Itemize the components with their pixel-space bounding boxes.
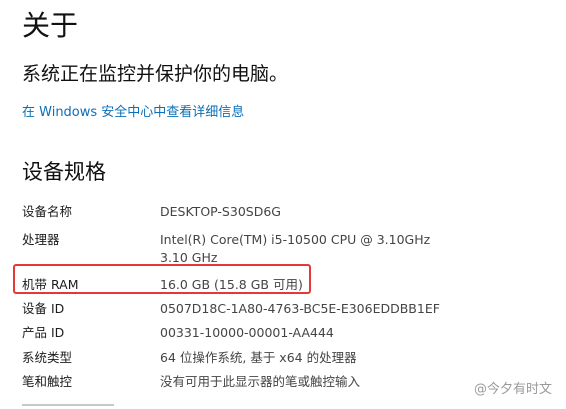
spec-value: Intel(R) Core(TM) i5-10500 CPU @ 3.10GHz… <box>160 232 431 265</box>
page-title: 关于 <box>22 9 79 42</box>
spec-label: 设备名称 <box>22 204 73 219</box>
protection-status-text: 系统正在监控并保护你的电脑。 <box>22 63 289 85</box>
spec-value: DESKTOP-S30SD6G <box>160 204 281 219</box>
windows-security-link[interactable]: 在 Windows 安全中心中查看详细信息 <box>22 103 244 123</box>
spec-value: 没有可用于此显示器的笔或触控输入 <box>160 374 361 389</box>
spec-label: 笔和触控 <box>22 374 73 389</box>
spec-label: 设备 ID <box>22 301 65 316</box>
spec-label: 系统类型 <box>22 350 73 365</box>
watermark: @今夕有时文 <box>473 382 552 397</box>
spec-label: 产品 ID <box>22 325 65 340</box>
spec-value: 00331-10000-00001-AA444 <box>160 325 334 340</box>
spec-value: 0507D18C-1A80-4763-BC5E-E306EDDBB1EF <box>160 301 440 316</box>
spec-value: 64 位操作系统, 基于 x64 的处理器 <box>160 350 357 365</box>
ram-highlight-box <box>13 264 311 294</box>
bottom-divider <box>22 404 114 406</box>
spec-label: 处理器 <box>22 232 60 247</box>
device-specs-heading: 设备规格 <box>22 160 106 184</box>
